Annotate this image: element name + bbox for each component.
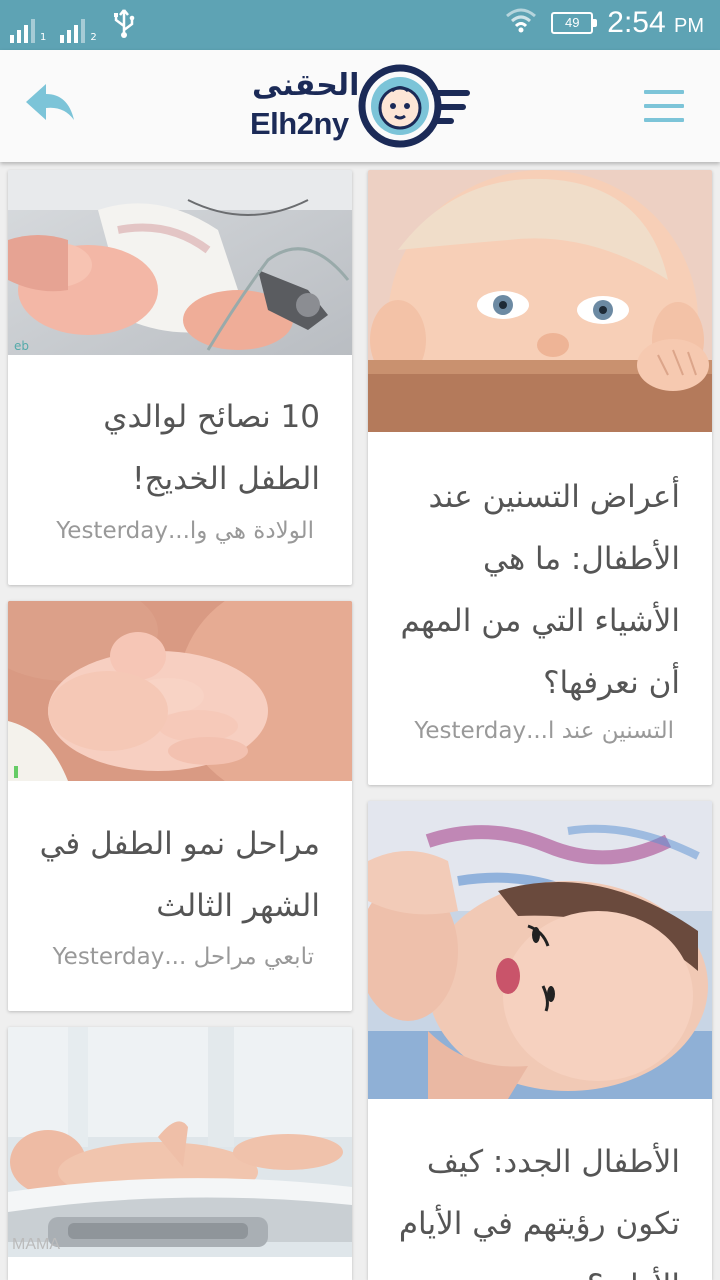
- article-meta: Yesterdayالتسنين عند ا...: [388, 718, 674, 744]
- logo-english-text: Elh2ny: [250, 106, 349, 141]
- article-time: Yesterday: [414, 718, 527, 744]
- app-logo: الحقنى Elh2ny: [248, 62, 472, 150]
- article-image-teething-baby: [368, 170, 712, 432]
- clock-ampm: PM: [674, 15, 704, 37]
- clock-time: 2:54: [607, 6, 666, 39]
- article-excerpt: التسنين عند ا...: [526, 718, 674, 744]
- sim2-label: 2: [90, 32, 97, 43]
- wifi-icon: [505, 7, 537, 40]
- back-button[interactable]: [22, 80, 78, 130]
- article-excerpt: الولادة هي وا...: [167, 518, 314, 544]
- app-bar: الحقنى Elh2ny: [0, 50, 720, 162]
- article-time: Yesterday: [56, 518, 168, 544]
- usb-icon: [111, 8, 137, 43]
- sim1-label: 1: [40, 32, 47, 43]
- article-card[interactable]: الأطفال الجدد: كيف تكون رؤيتهم في الأيام…: [368, 801, 712, 1280]
- menu-button[interactable]: [644, 90, 684, 122]
- article-meta: Yesterdayتابعي مراحل ...: [28, 944, 314, 970]
- hamburger-menu-icon-line: [644, 90, 684, 94]
- logo-arabic-text: الحقنى: [252, 68, 360, 103]
- article-time: Yesterday: [52, 944, 165, 970]
- status-right: 49 2:54 PM: [505, 6, 704, 40]
- signal-sim2-icon: 2: [60, 17, 97, 43]
- article-card[interactable]: أعراض التسنين عند الأطفال: ما هي الأشياء…: [368, 170, 712, 785]
- svg-text:MAMA: MAMA: [12, 1236, 60, 1253]
- signal-sim1-icon: 1: [10, 17, 46, 43]
- battery-level: 49: [565, 15, 580, 30]
- article-title[interactable]: مراحل نمو الطفل في الشهر الثالث: [32, 813, 320, 937]
- article-card[interactable]: eb 10 نصائح لوالدي الطفل الخديج! Yesterd…: [8, 170, 352, 585]
- article-card[interactable]: MAMA: [8, 1027, 352, 1280]
- status-bar: 1 2 49 2:54 PM: [0, 0, 720, 50]
- article-image-baby-hand: [8, 601, 352, 781]
- baby-face-icon: [358, 64, 442, 148]
- clock: 2:54 PM: [607, 6, 704, 40]
- reply-arrow-icon: [26, 84, 74, 120]
- hamburger-menu-icon-line: [644, 118, 684, 122]
- article-image-premature-baby: eb: [8, 170, 352, 355]
- article-title[interactable]: 10 نصائح لوالدي الطفل الخديج!: [32, 386, 320, 510]
- article-image-baby-scale: MAMA: [8, 1027, 352, 1257]
- article-card[interactable]: مراحل نمو الطفل في الشهر الثالث Yesterda…: [8, 601, 352, 1011]
- article-image-newborn: [368, 801, 712, 1099]
- article-meta: Yesterdayالولادة هي وا...: [28, 518, 314, 544]
- article-excerpt: تابعي مراحل ...: [164, 944, 314, 970]
- article-title[interactable]: أعراض التسنين عند الأطفال: ما هي الأشياء…: [392, 466, 680, 714]
- status-left: 1 2: [10, 8, 137, 43]
- svg-text:eb: eb: [14, 339, 29, 353]
- speed-lines-icon: [432, 90, 470, 124]
- battery-icon: 49: [551, 12, 598, 34]
- article-title[interactable]: الأطفال الجدد: كيف تكون رؤيتهم في الأيام…: [392, 1131, 680, 1280]
- hamburger-menu-icon-line: [644, 104, 684, 108]
